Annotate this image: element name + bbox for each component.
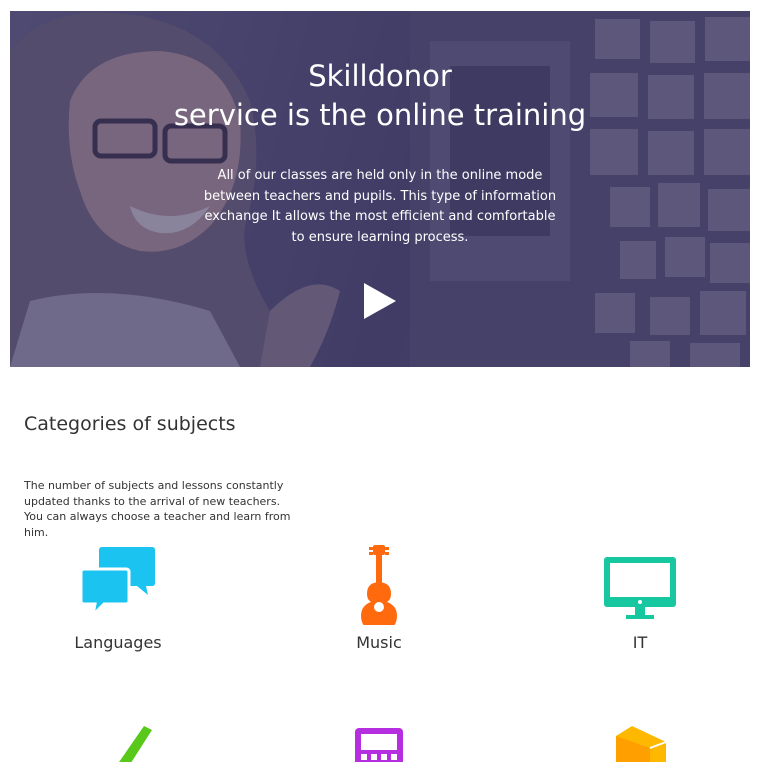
category-it[interactable]: IT — [540, 545, 740, 652]
pen-icon — [119, 726, 152, 762]
category-music[interactable]: Music — [279, 545, 479, 652]
categories-description: The number of subjects and lessons const… — [24, 479, 291, 539]
category-label: Languages — [74, 633, 162, 652]
play-video-button[interactable] — [360, 281, 400, 321]
categories-title: Categories of subjects — [24, 413, 236, 435]
category-label: IT — [632, 633, 648, 652]
hero-title-line2: service is the online training — [173, 98, 587, 132]
hero-description: All of our classes are held only in the … — [203, 168, 557, 245]
chat-bubbles-icon — [80, 547, 155, 620]
category-writing[interactable] — [18, 720, 218, 762]
play-icon — [364, 283, 396, 319]
hero-title: Skilldonor service is the online trainin… — [10, 57, 750, 135]
page: Skilldonor service is the online trainin… — [0, 0, 762, 762]
category-literature[interactable] — [540, 722, 740, 762]
monitor-icon — [604, 557, 676, 619]
hero-banner: Skilldonor service is the online trainin… — [10, 11, 750, 367]
category-math[interactable] — [279, 724, 479, 762]
calculator-icon — [355, 728, 403, 762]
ukulele-icon — [361, 545, 397, 625]
category-languages[interactable]: Languages — [18, 545, 218, 652]
category-label: Music — [356, 633, 402, 652]
book-icon — [616, 726, 667, 762]
hero-title-line1: Skilldonor — [308, 59, 452, 93]
